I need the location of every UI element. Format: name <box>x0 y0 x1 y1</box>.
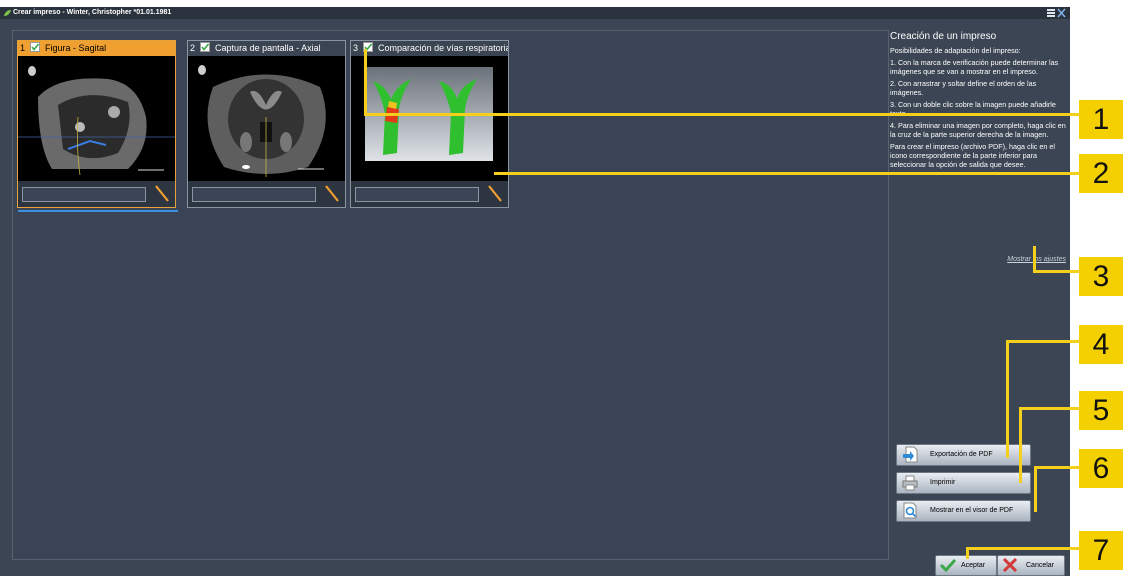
callout-line-1 <box>364 113 1079 116</box>
pdf-export-button[interactable]: Exportación de PDF <box>896 444 1031 466</box>
caption-input[interactable] <box>355 187 479 202</box>
callout-badge-2: 2 <box>1079 154 1123 193</box>
callout-line-4 <box>1006 340 1009 458</box>
printer-icon <box>902 475 918 491</box>
panel-step-5: Para crear el impreso (archivo PDF), hag… <box>890 142 1055 169</box>
window-layout-icons[interactable] <box>1046 8 1066 18</box>
callout-line-5 <box>1019 407 1022 483</box>
caption-input[interactable] <box>192 187 316 202</box>
callout-badge-6: 6 <box>1079 449 1123 488</box>
pdf-viewer-button[interactable]: Mostrar en el visor de PDF <box>896 500 1031 522</box>
sagittal-ct-image <box>18 57 175 181</box>
callout-line-6 <box>1034 466 1037 512</box>
callout-line-1 <box>364 49 367 115</box>
pencil-icon[interactable] <box>325 185 339 203</box>
airway-comparison-image <box>351 57 508 181</box>
thumbnail-label: Comparación de vías respiratorias <box>378 43 508 53</box>
cancel-label: Cancelar <box>1026 562 1055 569</box>
thumbnail-title-bar[interactable]: 2 Captura de pantalla - Axial <box>188 41 345 56</box>
pdf-viewer-icon <box>903 502 917 519</box>
panel-step-4: 4. Para eliminar una imagen por completo… <box>890 121 1066 139</box>
selection-underline <box>18 210 178 212</box>
pencil-icon[interactable] <box>155 185 169 203</box>
callout-line-3 <box>1033 270 1079 273</box>
print-button[interactable]: Imprimir <box>896 472 1031 494</box>
show-settings-link[interactable]: Mostrar los ajustes <box>1007 256 1066 263</box>
callout-badge-4: 4 <box>1079 325 1123 364</box>
axial-ct-image <box>188 57 345 181</box>
callout-line-6 <box>1034 466 1079 469</box>
callout-badge-5: 5 <box>1079 391 1123 430</box>
callout-line-3 <box>1033 246 1036 272</box>
cancel-button[interactable]: Cancelar <box>997 555 1065 576</box>
window-title: Crear impreso - Winter, Christopher *01.… <box>13 9 172 16</box>
pdf-export-icon <box>903 446 918 463</box>
panel-step-2: 2. Con arrastrar y soltar define el orde… <box>890 79 1037 97</box>
thumbnail-label: Figura - Sagital <box>45 43 107 53</box>
panel-subtitle: Posibilidades de adaptación del impreso: <box>890 46 1021 55</box>
thumbnail-number: 1 <box>20 43 26 53</box>
caption-bar <box>188 181 345 207</box>
checkbox-checked-icon[interactable] <box>199 42 210 52</box>
thumbnail-card-2[interactable]: 2 Captura de pantalla - Axial <box>187 40 346 208</box>
callout-badge-7: 7 <box>1079 531 1123 570</box>
thumbnail-card-3[interactable]: 3 Comparación de vías respiratorias <box>350 40 509 208</box>
callout-line-4 <box>1006 340 1079 343</box>
title-bar: Crear impreso - Winter, Christopher *01.… <box>0 7 1070 19</box>
thumbnail-label: Captura de pantalla - Axial <box>215 43 321 53</box>
checkmark-icon <box>940 558 956 572</box>
pdf-export-label: Exportación de PDF <box>930 451 993 458</box>
callout-line-5 <box>1019 407 1079 410</box>
app-leaf-icon <box>3 9 12 17</box>
print-dialog-window: Crear impreso - Winter, Christopher *01.… <box>0 7 1070 576</box>
caption-input[interactable] <box>22 187 146 202</box>
thumbnail-title-bar[interactable]: 1 Figura - Sagital <box>18 41 175 56</box>
checkbox-checked-icon[interactable] <box>29 42 40 52</box>
layout-canvas[interactable]: 1 Figura - Sagital 2 Captura de pantalla… <box>12 30 889 560</box>
info-panel: Creación de un impreso Posibilidades de … <box>890 30 1066 263</box>
accept-label: Aceptar <box>961 562 986 569</box>
caption-bar <box>351 181 508 207</box>
callout-badge-3: 3 <box>1079 257 1123 296</box>
pencil-icon[interactable] <box>488 185 502 203</box>
callout-badge-1: 1 <box>1079 100 1123 139</box>
thumbnail-card-1[interactable]: 1 Figura - Sagital <box>17 40 176 208</box>
cancel-x-icon <box>1002 558 1018 572</box>
pdf-viewer-label: Mostrar en el visor de PDF <box>930 507 1014 514</box>
thumbnail-title-bar[interactable]: 3 Comparación de vías respiratorias <box>351 41 508 56</box>
panel-step-1: 1. Con la marca de verificación puede de… <box>890 58 1059 76</box>
callout-line-7 <box>966 547 1079 550</box>
print-label: Imprimir <box>930 479 956 486</box>
callout-line-2 <box>494 172 1079 175</box>
thumbnail-number: 2 <box>190 43 196 53</box>
panel-title: Creación de un impreso <box>890 31 997 42</box>
caption-bar <box>18 181 175 207</box>
thumbnail-number: 3 <box>353 43 359 53</box>
